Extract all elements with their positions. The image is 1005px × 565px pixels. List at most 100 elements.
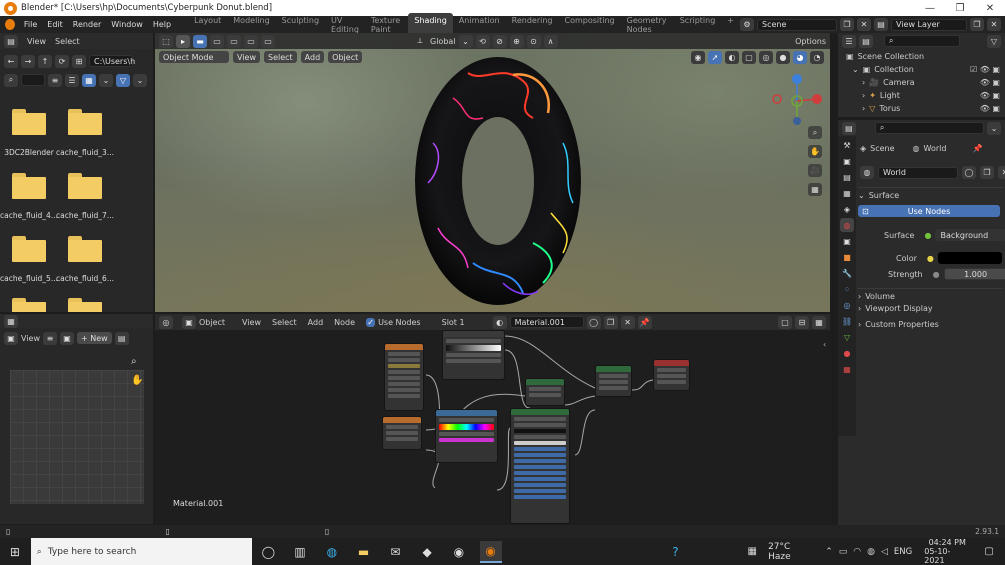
new-scene-icon[interactable]: ❐ <box>840 18 854 31</box>
folder-label[interactable]: cache_fluid_3... <box>55 148 115 157</box>
snap-icon[interactable]: ⊟ <box>795 315 809 329</box>
zoom-icon[interactable]: ⌕ <box>808 126 822 139</box>
strength-field[interactable]: 1.000 <box>943 268 1005 280</box>
duplicate-world-icon[interactable]: ❐ <box>980 166 994 179</box>
fb-view-menu[interactable]: View <box>27 37 46 46</box>
collection-tab-icon[interactable]: ▣ <box>840 234 854 248</box>
menu-file[interactable]: File <box>19 20 42 29</box>
forward-icon[interactable]: → <box>21 54 35 68</box>
pivot-point-icon[interactable]: ⟲ <box>475 34 490 48</box>
blender-menu-icon[interactable] <box>5 19 15 30</box>
editor-type-icon[interactable]: ⬚ <box>159 34 173 48</box>
select-box-icon[interactable]: ▸ <box>176 34 190 48</box>
expand-icon[interactable]: › <box>862 91 865 100</box>
ie-view-menu[interactable]: View <box>21 334 40 343</box>
filter-icon[interactable]: ▽ <box>987 34 1001 48</box>
volume-icon[interactable]: ◁ <box>881 547 888 557</box>
pan-hand-icon[interactable]: ✋ <box>131 375 143 386</box>
menu-window[interactable]: Window <box>106 20 148 29</box>
new-image-button[interactable]: + New <box>76 332 112 344</box>
editor-type-icon[interactable]: ◎ <box>159 315 173 329</box>
folder-icon[interactable] <box>68 236 102 262</box>
menu-icon[interactable]: ≡ <box>42 331 57 345</box>
folder-icon[interactable] <box>12 236 46 262</box>
mode-intersect-icon[interactable]: ▭ <box>261 34 275 48</box>
weather-text[interactable]: 27°C Haze <box>768 542 815 562</box>
weather-icon[interactable]: ▦ <box>741 541 763 563</box>
shader-node-editor[interactable]: ◎ ▣ Object View Select Add Node ✓ Use No… <box>155 314 830 524</box>
filter-dropdown-icon[interactable]: ⌄ <box>133 73 147 87</box>
tool-tab-icon[interactable]: ⚒ <box>840 138 854 152</box>
pan-hand-icon[interactable]: ✋ <box>808 145 822 158</box>
expand-icon[interactable]: › <box>862 104 865 113</box>
shader-type-dropdown[interactable]: Object <box>199 318 231 327</box>
dropbox-icon[interactable]: ◆ <box>416 541 438 563</box>
back-icon[interactable]: ← <box>4 54 18 68</box>
pin-icon[interactable]: 📌 <box>972 144 982 153</box>
expand-icon[interactable]: ⌄ <box>852 65 859 74</box>
close-button[interactable]: ✕ <box>975 3 1005 14</box>
folder-label[interactable]: cache_fluid_6... <box>55 274 115 283</box>
view-layer-tab-icon[interactable]: ▦ <box>840 186 854 200</box>
cortana-icon[interactable]: ◯ <box>257 541 279 563</box>
ne-view-menu[interactable]: View <box>242 318 261 327</box>
new-folder-icon[interactable]: ⊞ <box>72 54 86 68</box>
battery-icon[interactable]: ▭ <box>839 547 848 557</box>
ne-node-menu[interactable]: Node <box>334 318 355 327</box>
constraints-tab-icon[interactable]: ⛓ <box>840 314 854 328</box>
visibility-icons[interactable]: 👁 ▣ <box>980 104 1000 113</box>
show-hidden-icons-icon[interactable]: ⌃ <box>825 547 833 557</box>
menu-help[interactable]: Help <box>148 20 176 29</box>
fake-user-icon[interactable]: ◯ <box>586 315 601 329</box>
node-mix-shader[interactable] <box>595 365 632 397</box>
outliner-camera[interactable]: › 🎥 Camera 👁 ▣ <box>862 78 1000 87</box>
visibility-icon[interactable]: ◉ <box>691 51 705 64</box>
image-browse-icon[interactable]: ▣ <box>59 331 74 345</box>
github-icon[interactable]: ◉ <box>448 541 470 563</box>
delete-view-layer-icon[interactable]: ✕ <box>987 18 1001 31</box>
modifier-tab-icon[interactable]: 🔧 <box>840 266 854 280</box>
mode-difference-icon[interactable]: ▭ <box>244 34 258 48</box>
filter-search-input[interactable] <box>21 74 45 86</box>
fake-user-icon[interactable]: ◯ <box>962 166 976 179</box>
visibility-icons[interactable]: 👁 ▣ <box>980 91 1000 100</box>
mode-subtract-icon[interactable]: ▭ <box>227 34 241 48</box>
snap-icon[interactable]: ⊘ <box>492 34 507 48</box>
custom-properties-section-header[interactable]: › Custom Properties <box>858 320 1003 329</box>
unlink-world-icon[interactable]: ✕ <box>998 166 1005 179</box>
node-principled-bsdf[interactable] <box>510 408 570 524</box>
render-tab-icon[interactable]: ▣ <box>840 154 854 168</box>
surface-section-header[interactable]: ⌄ Surface <box>858 187 1003 200</box>
folder-label[interactable]: 3DC2Blender <box>0 148 59 157</box>
folder-label[interactable]: cache_fluid_4... <box>0 211 59 220</box>
rendered-shading-icon[interactable]: ◔ <box>810 51 824 64</box>
options-dropdown-icon[interactable]: ⌄ <box>987 121 1001 135</box>
use-nodes-button[interactable]: ⊡ Use Nodes <box>858 205 1000 217</box>
ortho-grid-icon[interactable]: ▦ <box>808 183 822 196</box>
help-icon[interactable]: ? <box>665 541 687 563</box>
ne-add-menu[interactable]: Add <box>308 318 324 327</box>
scene-tab-icon[interactable]: ◈ <box>840 202 854 216</box>
search-icon[interactable]: ⌕ <box>4 73 18 87</box>
particles-tab-icon[interactable]: ⁘ <box>840 282 854 296</box>
orientation-dropdown[interactable]: Global <box>430 37 456 46</box>
object-tab-icon[interactable]: ■ <box>840 250 854 264</box>
minimize-button[interactable]: — <box>915 3 945 14</box>
pin-icon[interactable]: 📌 <box>637 315 652 329</box>
sort-dropdown-icon[interactable]: ⌄ <box>99 73 113 87</box>
visibility-icons[interactable]: ☑ 👁 ▣ <box>970 65 1000 74</box>
folder-icon[interactable] <box>12 109 46 135</box>
snap-target-icon[interactable]: ⊕ <box>509 34 524 48</box>
volume-section-header[interactable]: › Volume <box>858 288 1003 301</box>
outliner-search[interactable]: ⌕ <box>884 35 960 47</box>
3d-viewport[interactable]: ⬚ ▸ ▬ ▭ ▭ ▭ ▭ ⟂ Global ⌄ ⟲ ⊘ ⊕ ⊙ ∧ Optio… <box>155 33 830 312</box>
node-attribute[interactable] <box>384 343 424 411</box>
blender-taskbar-icon[interactable]: ◉ <box>479 540 502 563</box>
editor-type-icon[interactable]: ▦ <box>4 314 18 328</box>
falloff-icon[interactable]: ∧ <box>543 34 558 48</box>
overlay-icon[interactable]: ▢ <box>778 315 792 329</box>
scene-field[interactable]: Scene <box>757 18 837 31</box>
filter-icon[interactable]: ▽ <box>116 73 130 87</box>
navigation-gizmo[interactable] <box>767 71 827 131</box>
display-mode-icon[interactable]: ▤ <box>859 34 873 48</box>
